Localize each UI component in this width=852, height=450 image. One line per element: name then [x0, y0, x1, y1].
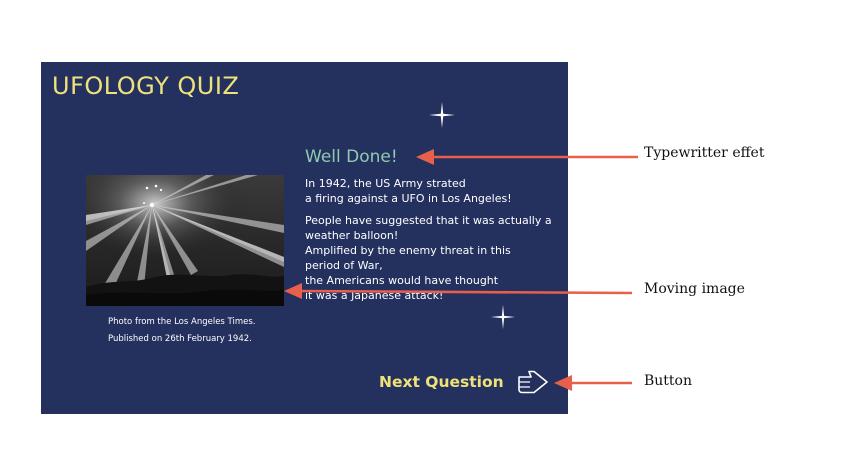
annotation-moving-image-label: Moving image: [644, 281, 745, 297]
annotation-typewriter-label: Typewritter effet: [644, 145, 765, 161]
annotation-button-label: Button: [644, 373, 693, 389]
annotation-arrows: [284, 149, 638, 391]
